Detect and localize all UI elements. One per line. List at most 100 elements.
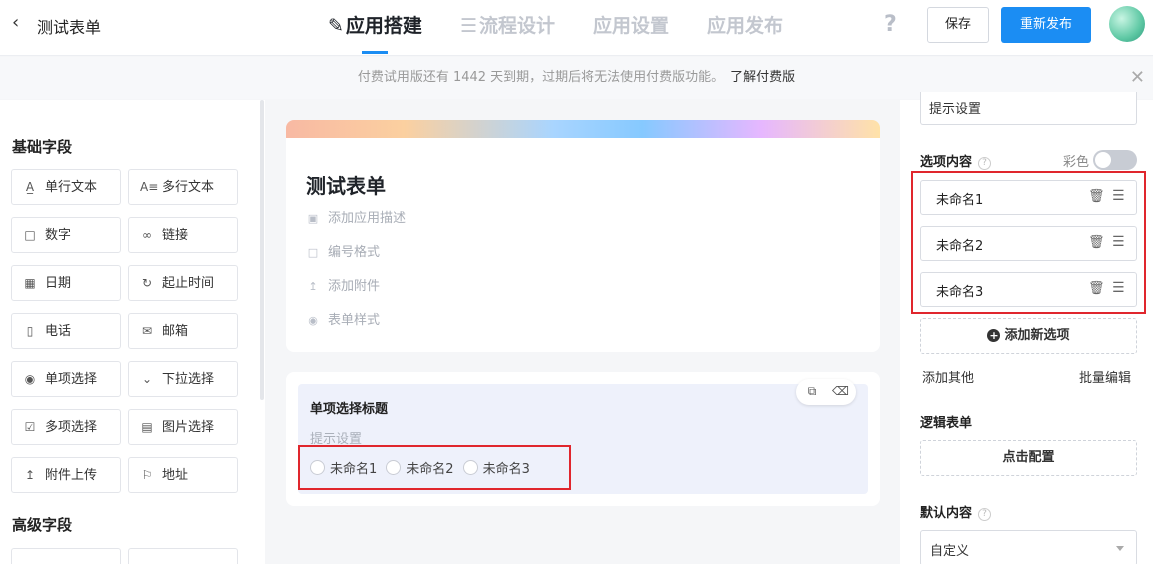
- field-multi-text[interactable]: A≡ 多行文本: [128, 169, 238, 205]
- upload-icon: ↥: [24, 468, 36, 482]
- meta-label: 表单样式: [328, 313, 381, 328]
- time-range-icon: ↻: [141, 276, 153, 290]
- comment-icon: ▣: [307, 212, 319, 225]
- upgrade-link[interactable]: 了解付费版: [730, 70, 795, 85]
- color-toggle[interactable]: [1093, 150, 1137, 170]
- calendar-icon: ▦: [24, 276, 36, 290]
- question-icon[interactable]: ?: [884, 12, 897, 37]
- logic-form-label: 逻辑表单: [920, 416, 973, 431]
- question-actions: ⧉ ⌫: [796, 379, 856, 405]
- field-advanced-2[interactable]: [128, 548, 238, 564]
- add-other-link[interactable]: 添加其他: [922, 367, 974, 386]
- field-link[interactable]: ∞ 链接: [128, 217, 238, 253]
- highlight-box: [911, 171, 1146, 314]
- field-label: 多行文本: [162, 180, 215, 195]
- form-banner: [286, 120, 880, 140]
- republish-button[interactable]: 重新发布: [1001, 7, 1091, 43]
- field-phone[interactable]: ▯ 电话: [11, 313, 121, 349]
- field-advanced-1[interactable]: [11, 548, 121, 564]
- field-dropdown[interactable]: ⌄ 下拉选择: [128, 361, 238, 397]
- edit-icon: ✎: [328, 15, 344, 37]
- field-label: 下拉选择: [162, 372, 215, 387]
- field-label: 多项选择: [45, 420, 98, 435]
- number-format[interactable]: □ 编号格式: [306, 242, 862, 264]
- basic-fields-title: 基础字段: [12, 138, 73, 156]
- field-label: 单项选择: [45, 372, 98, 387]
- hint-input[interactable]: 提示设置: [920, 92, 1137, 125]
- advanced-fields-title: 高级字段: [12, 516, 73, 534]
- configure-button[interactable]: 点击配置: [920, 440, 1137, 476]
- add-attachment[interactable]: ↥ 添加附件: [306, 276, 862, 298]
- mail-icon: ✉: [141, 324, 153, 338]
- location-icon: ⚐: [141, 468, 153, 482]
- number-icon: □: [24, 228, 36, 242]
- field-number[interactable]: □ 数字: [11, 217, 121, 253]
- attach-icon: ↥: [308, 280, 318, 293]
- help-icon[interactable]: ?: [978, 157, 992, 170]
- highlight-box: [298, 445, 571, 490]
- options-label: 选项内容?: [920, 151, 992, 170]
- tab-app-settings[interactable]: 应用设置: [593, 0, 669, 56]
- color-label: 彩色: [1063, 155, 1090, 170]
- form-title[interactable]: 测试表单: [306, 170, 386, 199]
- tab-flow-design[interactable]: ☰ 流程设计: [460, 0, 555, 56]
- field-label: 附件上传: [45, 468, 98, 483]
- palette-icon: ◉: [308, 314, 318, 327]
- meta-label: 编号格式: [328, 245, 381, 260]
- plus-icon: +: [987, 329, 1001, 342]
- scrollbar[interactable]: [260, 100, 264, 400]
- field-checkbox[interactable]: ☑ 多项选择: [11, 409, 121, 445]
- add-description[interactable]: ▣ 添加应用描述: [306, 208, 862, 230]
- default-select[interactable]: 自定义: [920, 530, 1137, 564]
- tab-app-publish[interactable]: 应用发布: [707, 0, 783, 56]
- form-style[interactable]: ◉ 表单样式: [306, 310, 862, 332]
- field-label: 地址: [162, 468, 189, 483]
- link-icon: ∞: [142, 228, 152, 242]
- field-label: 数字: [45, 228, 72, 243]
- app-title: 测试表单: [37, 18, 102, 37]
- tab-label: 应用设置: [593, 15, 670, 37]
- field-label: 图片选择: [162, 420, 215, 435]
- field-address[interactable]: ⚐ 地址: [128, 457, 238, 493]
- field-label: 日期: [45, 276, 72, 291]
- avatar[interactable]: [1109, 6, 1145, 42]
- multi-text-icon: A≡: [140, 180, 159, 194]
- field-time-range[interactable]: ↻ 起止时间: [128, 265, 238, 301]
- field-email[interactable]: ✉ 邮箱: [128, 313, 238, 349]
- caret-down-icon: [1116, 546, 1124, 551]
- field-radio[interactable]: ◉ 单项选择: [11, 361, 121, 397]
- field-single-text[interactable]: A̲ 单行文本: [11, 169, 121, 205]
- field-label: 电话: [45, 324, 72, 339]
- copy-icon[interactable]: ⧉: [804, 384, 820, 400]
- tab-label: 应用搭建: [345, 15, 422, 37]
- add-option-button[interactable]: + 添加新选项: [920, 318, 1137, 354]
- flow-icon: ☰: [459, 15, 477, 37]
- field-upload[interactable]: ↥ 附件上传: [11, 457, 121, 493]
- help-icon[interactable]: ?: [978, 508, 992, 521]
- number-format-icon: □: [307, 246, 319, 259]
- main-tabs: ✎ 应用搭建 ☰ 流程设计 应用设置 应用发布: [328, 0, 821, 56]
- default-content-label: 默认内容?: [920, 502, 992, 521]
- batch-edit-link[interactable]: 批量编辑: [1079, 367, 1131, 386]
- question-title: 单项选择标题: [310, 402, 389, 417]
- field-date[interactable]: ▦ 日期: [11, 265, 121, 301]
- add-option-label: 添加新选项: [1004, 328, 1070, 343]
- save-button[interactable]: 保存: [927, 7, 989, 43]
- chevron-left-icon[interactable]: ‹: [12, 12, 19, 33]
- tab-label: 应用发布: [707, 15, 784, 37]
- toggle-knob: [1095, 152, 1111, 168]
- options-label-text: 选项内容: [920, 155, 973, 170]
- field-label: 起止时间: [162, 276, 215, 291]
- field-label: 单行文本: [45, 180, 98, 195]
- tab-app-build[interactable]: ✎ 应用搭建: [328, 0, 422, 56]
- radio-icon: ◉: [24, 372, 36, 386]
- tab-label: 流程设计: [478, 15, 555, 37]
- dropdown-icon: ⌄: [141, 372, 153, 386]
- meta-label: 添加应用描述: [328, 211, 407, 226]
- notice-text: 付费试用版还有 1442 天到期，过期后将无法使用付费版功能。: [357, 70, 725, 85]
- trash-icon[interactable]: ⌫: [832, 384, 849, 400]
- image-icon: ▤: [141, 420, 153, 434]
- field-label: 邮箱: [162, 324, 189, 339]
- field-image-select[interactable]: ▤ 图片选择: [128, 409, 238, 445]
- phone-icon: ▯: [26, 324, 34, 338]
